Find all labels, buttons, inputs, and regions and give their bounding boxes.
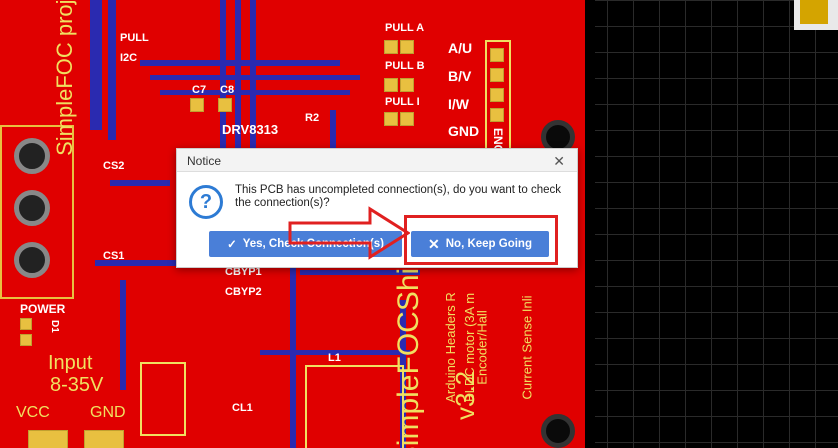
trace (120, 280, 126, 390)
pad (490, 48, 504, 62)
pad (190, 98, 204, 112)
terminal-hole (14, 242, 50, 278)
close-icon[interactable]: ✕ (553, 153, 565, 170)
pad (384, 40, 398, 54)
project-label: SimpleFOC project (51, 0, 77, 156)
cs2-label: CS2 (103, 160, 125, 172)
i-w-label: I/W (448, 96, 469, 112)
pull-i-label: PULL I (385, 96, 420, 108)
pad (384, 112, 398, 126)
inductor-outline (305, 365, 404, 448)
input-range-label: 8-35V (50, 374, 104, 396)
pad (400, 112, 414, 126)
pad (400, 40, 414, 54)
c8-label: C8 (220, 84, 235, 96)
gnd-top-label: GND (448, 123, 480, 139)
panel-corner-swatch (800, 0, 828, 24)
pad (490, 88, 504, 102)
pad (384, 78, 398, 92)
arduino-label: Arduino Headers R (442, 292, 458, 403)
pad (84, 430, 124, 448)
gnd-bottom-label: GND (90, 404, 126, 421)
l1-label: L1 (328, 352, 341, 364)
component-outline (140, 362, 186, 436)
c7-label: C7 (192, 84, 207, 96)
d1-label: D1 (49, 320, 60, 333)
trace (290, 240, 296, 448)
b-v-label: B/V (448, 68, 472, 84)
trace (108, 0, 116, 140)
pad (490, 108, 504, 122)
terminal-hole (14, 138, 50, 174)
terminal-hole (14, 190, 50, 226)
mount-hole (541, 414, 575, 448)
i2c-label: I2C (120, 52, 138, 64)
check-icon: ✓ (227, 239, 237, 251)
current-label: Current Sense Inli (519, 295, 535, 400)
pad (20, 334, 32, 346)
power-label: POWER (20, 302, 66, 316)
r2-label: R2 (305, 112, 320, 124)
annotation-arrow (288, 206, 410, 260)
pad (28, 430, 68, 448)
pad (400, 78, 414, 92)
cbyp2-label: CBYP2 (225, 286, 262, 298)
cs1-label: CS1 (103, 250, 125, 262)
dialog-header (177, 149, 577, 172)
pull-a-label: PULL A (385, 22, 425, 34)
cl1-label: CL1 (232, 402, 253, 414)
pull-b-label: PULL B (385, 60, 425, 72)
encoder-label: Encoder/Hall (474, 310, 490, 385)
pad (20, 318, 32, 330)
pull-label: PULL (120, 32, 149, 44)
board-edge (585, 0, 595, 448)
pad (218, 98, 232, 112)
vcc-label: VCC (16, 404, 50, 421)
a-u-label: A/U (448, 40, 473, 56)
input-label: Input (48, 352, 93, 374)
grid-background (555, 0, 838, 448)
trace (330, 110, 336, 150)
question-icon: ? (189, 185, 223, 219)
trace (90, 0, 102, 130)
pad (490, 68, 504, 82)
trace (110, 180, 170, 186)
dialog-title: Notice (187, 154, 222, 168)
drv-label: DRV8313 (222, 122, 279, 137)
highlight-box (404, 215, 558, 265)
